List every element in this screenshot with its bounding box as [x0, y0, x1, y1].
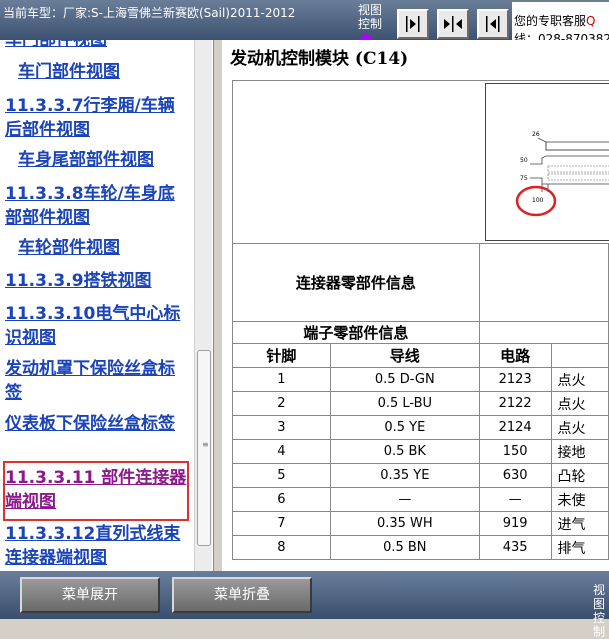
current-model-title: 当前车型：厂家:S-上海雪佛兰新赛欧(Sail)2011-2012: [3, 6, 296, 20]
function-cell: 未使: [550, 487, 609, 512]
connector-pin-table: 连接器零部件信息 端子零部件信息 针脚 导线 电路 1 0.5 D-GN 2123 点…: [232, 243, 609, 560]
function-cell: 凸轮: [550, 463, 609, 488]
circuit-cell: 150: [478, 439, 552, 464]
table-row: 4 0.5 BK 150 接地: [232, 439, 609, 464]
connector-drawing-icon: 26 50 75 100: [515, 131, 609, 217]
function-cell: 点火: [550, 391, 609, 416]
nav-item[interactable]: 发动机罩下保险丝盒标签: [5, 357, 190, 405]
table-row: 7 0.35 WH 919 进气: [232, 511, 609, 536]
figure-label: 26: [532, 131, 540, 138]
terminal-info-label: 端子零部件信息: [232, 321, 480, 344]
function-cell: 排气: [550, 535, 609, 560]
table-row: 3 0.5 YE 2124 点火: [232, 415, 609, 440]
pin-cell: 4: [232, 439, 331, 464]
bottom-bar: 菜单展开 菜单折叠 视图控制: [0, 571, 609, 639]
terminal-info-row: 端子零部件信息: [232, 321, 609, 344]
circuit-cell: —: [478, 487, 552, 512]
wire-cell: 0.5 BN: [329, 535, 480, 560]
function-cell: 接地: [550, 439, 609, 464]
pin-cell: 7: [232, 511, 331, 536]
pin-cell: 3: [232, 415, 331, 440]
view-control-label: 视图控制: [593, 583, 606, 639]
customer-service-panel: 您的专职客服Q 线：028-8703820: [512, 2, 609, 40]
table-row: 8 0.5 BN 435 排气: [232, 535, 609, 560]
selection-highlight: [3, 461, 189, 521]
circuit-cell: 2123: [478, 367, 552, 392]
wire-cell: 0.35 YE: [329, 463, 480, 488]
split-arrows-icon: [444, 16, 462, 32]
function-cell: 点火: [550, 415, 609, 440]
menu-collapse-button[interactable]: 菜单折叠: [172, 577, 312, 613]
column-header-wire: 导线: [329, 343, 480, 368]
nav-item[interactable]: 车身尾部部件视图: [18, 148, 203, 172]
figure-label: 100: [532, 197, 544, 204]
nav-scrollbar[interactable]: ≡: [194, 40, 212, 571]
nav-item[interactable]: 车门部件视图: [5, 40, 190, 52]
nav-item[interactable]: 11.3.3.7行李厢/车辆后部件视图: [5, 94, 190, 142]
connector-info-row: 连接器零部件信息: [232, 243, 609, 322]
table-row: 5 0.35 YE 630 凸轮: [232, 463, 609, 488]
nav-item[interactable]: 车轮部件视图: [18, 236, 203, 260]
table-row: 6— — 未使: [232, 487, 609, 512]
view-control-label: 视图控制: [358, 3, 383, 31]
view-right-panel-button[interactable]: [397, 9, 429, 39]
connector-diagram: 26 50 75 100: [485, 83, 609, 241]
table-row: 1 0.5 D-GN 2123 点火: [232, 367, 609, 392]
arrow-right-bar-icon: [406, 16, 420, 32]
circuit-cell: 919: [478, 511, 552, 536]
pin-cell: 5: [232, 463, 331, 488]
circuit-cell: 630: [478, 463, 552, 488]
menu-expand-button[interactable]: 菜单展开: [20, 577, 160, 613]
wire-cell: 0.5 D-GN: [329, 367, 480, 392]
wire-cell: 0.5 YE: [329, 415, 480, 440]
main-content: 发动机控制模块 (C14) 26 50 75 100 连接器零部件信息 端子零部…: [222, 40, 609, 571]
connector-info-label: 连接器零部件信息: [232, 243, 480, 322]
nav-item[interactable]: 11.3.3.12直列式线束连接器端视图: [5, 522, 190, 570]
wire-cell: —: [329, 487, 480, 512]
pin-cell: 1: [232, 367, 331, 392]
column-header-circuit: 电路: [478, 343, 552, 368]
view-control-indicator-icon: [358, 33, 374, 40]
top-bar: 当前车型：厂家:S-上海雪佛兰新赛欧(Sail)2011-2012 视图控制 您…: [0, 0, 609, 40]
nav-item[interactable]: 11.3.3.10电气中心标识视图: [5, 302, 190, 350]
service-label: 您的专职客服Q: [514, 14, 596, 28]
grip-icon: ≡: [202, 440, 209, 449]
wire-cell: 0.35 WH: [329, 511, 480, 536]
wire-cell: 0.5 L-BU: [329, 391, 480, 416]
nav-item[interactable]: 11.3.3.9搭铁视图: [5, 269, 190, 293]
view-left-panel-button[interactable]: [477, 9, 509, 39]
nav-item[interactable]: 仪表板下保险丝盒标签: [5, 412, 190, 436]
circuit-cell: 2124: [478, 415, 552, 440]
left-navigation: 车门部件视图 车门部件视图 11.3.3.7行李厢/车辆后部件视图 车身尾部部件…: [0, 40, 214, 571]
function-cell: 进气: [550, 511, 609, 536]
arrow-left-bar-icon: [486, 16, 500, 32]
scrollbar-thumb[interactable]: ≡: [197, 350, 211, 546]
table-header-row: 针脚 导线 电路: [232, 343, 609, 368]
function-cell: 点火: [550, 367, 609, 392]
nav-item[interactable]: 11.3.3.8车轮/车身底部部件视图: [5, 182, 190, 230]
panel-splitter[interactable]: [214, 40, 222, 571]
service-phone: 线：028-8703820: [514, 32, 609, 40]
figure-label: 50: [520, 157, 528, 164]
pin-cell: 6: [232, 487, 331, 512]
circuit-cell: 2122: [478, 391, 552, 416]
column-header-pin: 针脚: [232, 343, 331, 368]
figure-label: 75: [520, 175, 528, 182]
table-row: 2 0.5 L-BU 2122 点火: [232, 391, 609, 416]
connector-figure-frame: 26 50 75 100: [232, 80, 609, 244]
nav-item[interactable]: 车门部件视图: [18, 60, 203, 84]
circuit-cell: 435: [478, 535, 552, 560]
pin-cell: 8: [232, 535, 331, 560]
page-title: 发动机控制模块 (C14): [230, 49, 409, 69]
pin-cell: 2: [232, 391, 331, 416]
view-split-button[interactable]: [437, 9, 469, 39]
wire-cell: 0.5 BK: [329, 439, 480, 464]
column-header-function: [550, 343, 609, 368]
